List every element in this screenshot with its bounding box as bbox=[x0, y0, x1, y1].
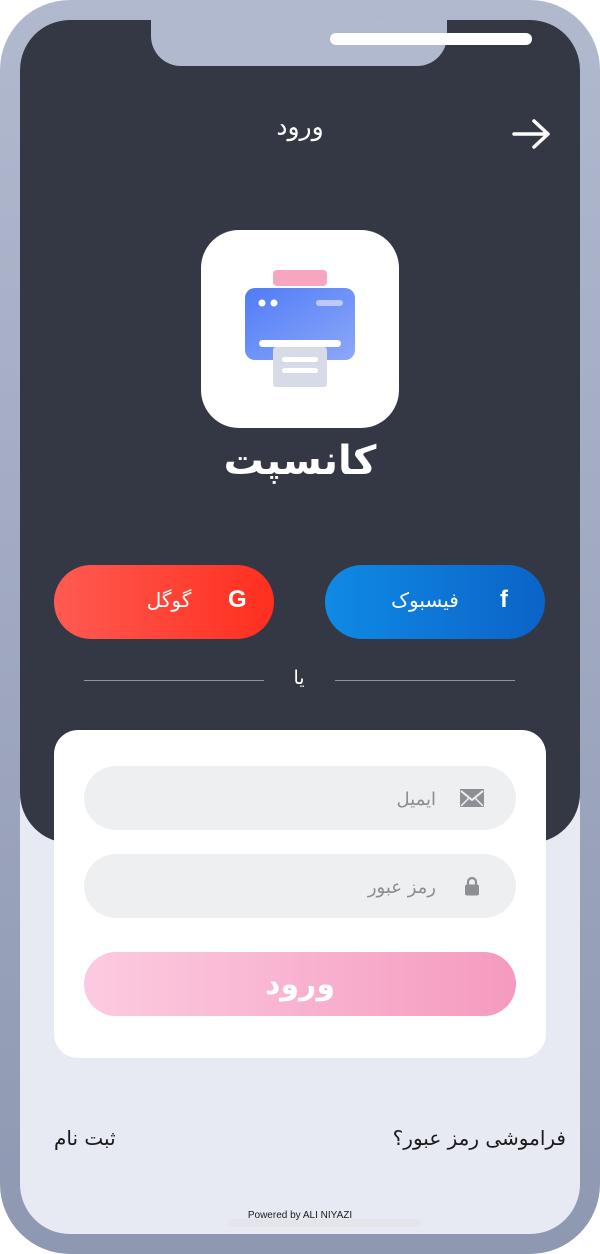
password-input[interactable] bbox=[104, 854, 438, 920]
google-icon: G bbox=[228, 586, 247, 613]
app-logo bbox=[201, 230, 399, 428]
phone-frame: ورود کانسپت f فیسبوک G گوگل یا ایمیل ورو… bbox=[0, 0, 600, 1254]
email-input[interactable] bbox=[104, 766, 438, 832]
app-name: کانسپت bbox=[223, 438, 377, 484]
page-title: ورود bbox=[276, 112, 324, 141]
screen: ورود کانسپت f فیسبوک G گوگل یا ایمیل ورو… bbox=[20, 20, 580, 1234]
speaker-grille bbox=[330, 33, 532, 45]
register-link[interactable]: ثبت نام bbox=[54, 1126, 214, 1150]
header-panel bbox=[20, 20, 580, 843]
login-form-card: ورود bbox=[54, 730, 546, 1058]
divider-line-left bbox=[84, 680, 264, 681]
phone-notch bbox=[151, 20, 532, 66]
facebook-icon: f bbox=[500, 586, 508, 613]
facebook-login-button[interactable]: f فیسبوک bbox=[325, 565, 545, 639]
google-login-button[interactable]: G گوگل bbox=[54, 565, 274, 639]
facebook-button-label: فیسبوک bbox=[391, 588, 459, 612]
google-button-label: گوگل bbox=[146, 588, 192, 612]
login-submit-button[interactable]: ورود bbox=[84, 952, 516, 1016]
back-arrow-icon[interactable] bbox=[508, 116, 556, 152]
password-field[interactable] bbox=[84, 854, 516, 920]
envelope-icon bbox=[458, 786, 486, 810]
printer-icon bbox=[245, 270, 355, 387]
divider-or-text: یا bbox=[293, 667, 305, 689]
divider-line-right bbox=[335, 680, 515, 681]
powered-by-text: Powered by ALI NIYAZI bbox=[247, 1210, 353, 1221]
forgot-password-link[interactable]: فراموشی رمز عبور؟ bbox=[360, 1126, 566, 1150]
email-field[interactable] bbox=[84, 766, 516, 832]
lock-icon bbox=[458, 874, 486, 898]
